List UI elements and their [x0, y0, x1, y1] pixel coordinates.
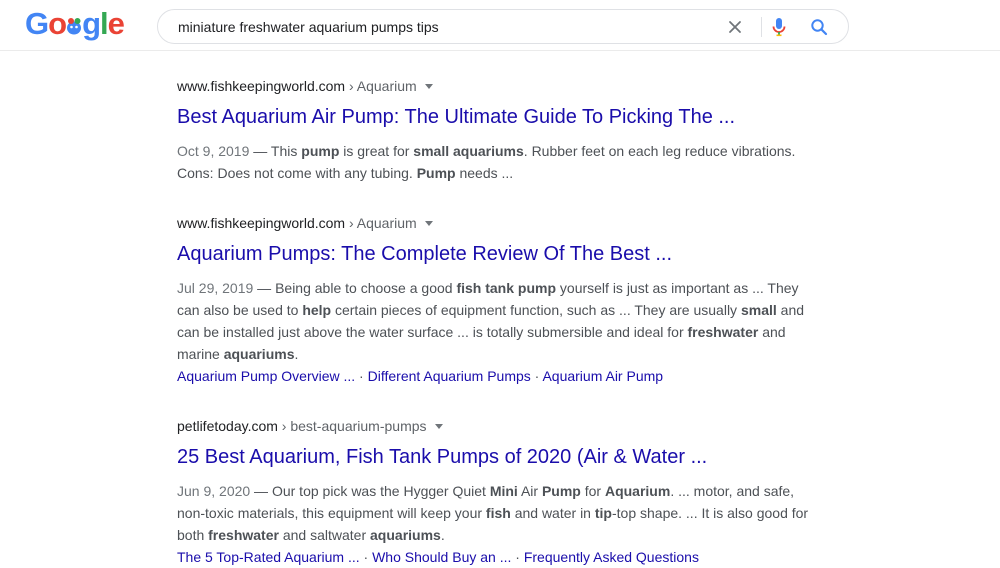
- snippet-highlight: aquariums: [370, 527, 441, 543]
- result-snippet: Oct 9, 2019 — This pump is great for sma…: [177, 140, 817, 184]
- result-sitelinks: Aquarium Pump Overview ... · Different A…: [177, 368, 664, 384]
- sitelink[interactable]: Who Should Buy an ...: [372, 549, 511, 565]
- snippet-text: — This: [249, 143, 302, 159]
- snippet-highlight: small aquariums: [413, 143, 524, 159]
- search-result: www.fishkeepingworld.com › Aquarium Best…: [177, 77, 817, 184]
- snippet-text: for: [580, 483, 605, 499]
- result-url[interactable]: petlifetoday.com › best-aquarium-pumps: [177, 417, 817, 435]
- sitelink[interactable]: Aquarium Air Pump: [542, 368, 663, 384]
- result-date: Jun 9, 2020: [177, 483, 251, 499]
- result-title-link[interactable]: Aquarium Pumps: The Complete Review Of T…: [177, 241, 817, 267]
- snippet-highlight: Pump: [416, 165, 456, 181]
- snippet-text: needs ...: [455, 165, 514, 181]
- search-icon[interactable]: [808, 16, 830, 38]
- snippet-text: Air: [517, 483, 542, 499]
- result-date: Jul 29, 2019: [177, 280, 254, 296]
- doodle-mascot-icon: [66, 7, 82, 35]
- snippet-highlight: Mini: [489, 483, 518, 499]
- sitelink[interactable]: Aquarium Pump Overview ...: [177, 368, 355, 384]
- snippet-text: and saltwater: [278, 527, 371, 543]
- snippet-text: and water in: [510, 505, 595, 521]
- result-title-link[interactable]: Best Aquarium Air Pump: The Ultimate Gui…: [177, 104, 817, 130]
- search-header: Go gle: [0, 0, 1000, 51]
- result-breadcrumb: › best-aquarium-pumps: [277, 418, 427, 434]
- snippet-highlight: small: [740, 302, 777, 318]
- snippet-highlight: aquariums: [223, 346, 295, 362]
- result-sitelinks: The 5 Top-Rated Aquarium ... · Who Shoul…: [177, 549, 699, 565]
- microphone-icon[interactable]: [768, 16, 790, 38]
- result-domain: www.fishkeepingworld.com: [177, 215, 346, 231]
- caret-down-icon[interactable]: [434, 424, 443, 429]
- search-bar: [157, 9, 849, 44]
- snippet-highlight: freshwater: [687, 324, 759, 340]
- sitelink[interactable]: Different Aquarium Pumps: [368, 368, 531, 384]
- caret-down-icon[interactable]: [424, 84, 433, 89]
- result-snippet: Jul 29, 2019 — Being able to choose a go…: [177, 277, 817, 365]
- result-domain: petlifetoday.com: [177, 418, 278, 434]
- caret-down-icon[interactable]: [424, 221, 433, 226]
- result-url[interactable]: www.fishkeepingworld.com › Aquarium: [177, 77, 817, 95]
- result-url[interactable]: www.fishkeepingworld.com › Aquarium: [177, 214, 817, 232]
- snippet-text: — Our top pick was the Hygger Quiet: [250, 483, 490, 499]
- snippet-highlight: Aquarium: [604, 483, 671, 499]
- snippet-text: .: [440, 527, 445, 543]
- snippet-highlight: tip: [594, 505, 612, 521]
- result-title-link[interactable]: 25 Best Aquarium, Fish Tank Pumps of 202…: [177, 444, 817, 470]
- snippet-highlight: fish tank pump: [456, 280, 557, 296]
- snippet-text: — Being able to choose a good: [253, 280, 457, 296]
- snippet-text: is great for: [339, 143, 414, 159]
- snippet-highlight: pump: [301, 143, 340, 159]
- google-logo[interactable]: Go gle: [25, 6, 125, 42]
- snippet-highlight: freshwater: [208, 527, 279, 543]
- snippet-text: certain pieces of equipment function, su…: [331, 302, 741, 318]
- search-bar-divider: [761, 17, 762, 37]
- search-result: www.fishkeepingworld.com › Aquarium Aqua…: [177, 214, 817, 387]
- result-domain: www.fishkeepingworld.com: [177, 78, 346, 94]
- snippet-text: .: [294, 346, 299, 362]
- result-breadcrumb: › Aquarium: [345, 215, 417, 231]
- result-snippet: Jun 9, 2020 — Our top pick was the Hygge…: [177, 480, 817, 546]
- sitelink[interactable]: The 5 Top-Rated Aquarium ...: [177, 549, 360, 565]
- result-date: Oct 9, 2019: [177, 143, 250, 159]
- sitelink[interactable]: Frequently Asked Questions: [524, 549, 699, 565]
- search-input[interactable]: [178, 10, 718, 43]
- result-breadcrumb: › Aquarium: [345, 78, 417, 94]
- snippet-highlight: fish: [485, 505, 511, 521]
- snippet-highlight: help: [302, 302, 332, 318]
- close-icon[interactable]: [724, 16, 746, 38]
- snippet-highlight: Pump: [541, 483, 581, 499]
- search-result: petlifetoday.com › best-aquarium-pumps 2…: [177, 417, 817, 568]
